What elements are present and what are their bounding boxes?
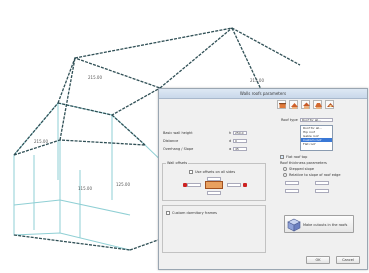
make-cutouts-button[interactable]: Make cutouts in the roofs <box>284 215 354 233</box>
thickness-field-d[interactable] <box>315 189 329 193</box>
cancel-button[interactable]: Cancel <box>336 256 360 264</box>
arrow-left-icon[interactable] <box>183 183 187 187</box>
roof-type-select[interactable]: Roof for all... <box>300 118 333 122</box>
dimension-label: 215.00 <box>88 75 102 80</box>
distance-field[interactable]: 0 <box>233 139 247 143</box>
flat-roof-top-label: Flat roof top <box>286 155 308 159</box>
dimension-label: 213.00 <box>250 78 264 83</box>
flat-roof-top-checkbox[interactable] <box>280 155 284 159</box>
gable-roof-icon <box>303 102 310 109</box>
custom-roof-icon <box>327 103 334 107</box>
dormer-roof-tool-button[interactable] <box>313 100 322 109</box>
hip-roof-icon <box>291 103 298 109</box>
group-title: Wall offsets <box>166 161 189 166</box>
wall-height-prefix: h <box>229 131 232 135</box>
offset-right-field[interactable] <box>227 183 241 187</box>
roof-type-label: Roof type <box>281 118 298 122</box>
custom-frames-label: Custom dormitory frames <box>172 211 217 215</box>
slope-prefix: α <box>229 147 232 151</box>
cutout-cube-icon <box>287 218 301 232</box>
wall-offsets-group: Wall offsets Use offsets on all sides <box>162 161 266 201</box>
flat-roof-tool-button[interactable] <box>277 100 286 109</box>
roof-type-list[interactable]: Roof for all... Hip roof Gable roof Cust… <box>300 125 333 151</box>
make-cutouts-label: Make cutouts in the roofs <box>303 223 348 227</box>
relative-slope-radio[interactable] <box>283 173 287 177</box>
use-offsets-checkbox[interactable] <box>189 170 193 174</box>
thickness-subtitle: Roof thickness parameters <box>280 161 327 165</box>
offset-bottom-field[interactable] <box>207 191 221 195</box>
slope-label: Overhang / Slope <box>163 147 194 151</box>
walls-roofs-dialog: Walls roofs parameters Basic wall height… <box>158 88 368 270</box>
thickness-field-a[interactable] <box>285 181 299 185</box>
stepped-slope-radio[interactable] <box>283 167 287 171</box>
dormer-roof-icon <box>315 103 322 109</box>
thickness-field-c[interactable] <box>285 189 299 193</box>
relative-slope-label: Relative to slope of roof edge <box>289 173 341 177</box>
wall-height-label: Basic wall height <box>163 131 193 135</box>
dialog-title: Walls roofs parameters <box>159 89 367 99</box>
distance-label: Distance <box>163 139 179 143</box>
thickness-field-b[interactable] <box>315 181 329 185</box>
list-item[interactable]: Flat roof <box>301 142 332 146</box>
dormitory-frames-group: Custom dormitory frames <box>162 205 266 253</box>
use-offsets-label: Use offsets on all sides <box>195 170 236 174</box>
offset-left-field[interactable] <box>187 183 201 187</box>
stepped-slope-label: Stepped slope <box>289 167 314 171</box>
custom-roof-tool-button[interactable] <box>325 100 334 109</box>
arrow-right-icon[interactable] <box>243 183 247 187</box>
distance-prefix: d <box>229 139 232 143</box>
dimension-label: 115.00 <box>78 186 92 191</box>
wall-height-field[interactable]: 250.0 <box>233 131 247 135</box>
dimension-label: 125.00 <box>116 182 130 187</box>
wall-preview-icon <box>205 181 223 189</box>
hip-roof-tool-button[interactable] <box>289 100 298 109</box>
gable-roof-tool-button[interactable] <box>301 100 310 109</box>
dimension-label: 215.00 <box>34 139 48 144</box>
ok-button[interactable]: OK <box>306 256 330 264</box>
flat-roof-icon <box>279 103 286 108</box>
custom-frames-checkbox[interactable] <box>166 211 170 215</box>
slope-field[interactable]: 45 <box>233 147 247 151</box>
